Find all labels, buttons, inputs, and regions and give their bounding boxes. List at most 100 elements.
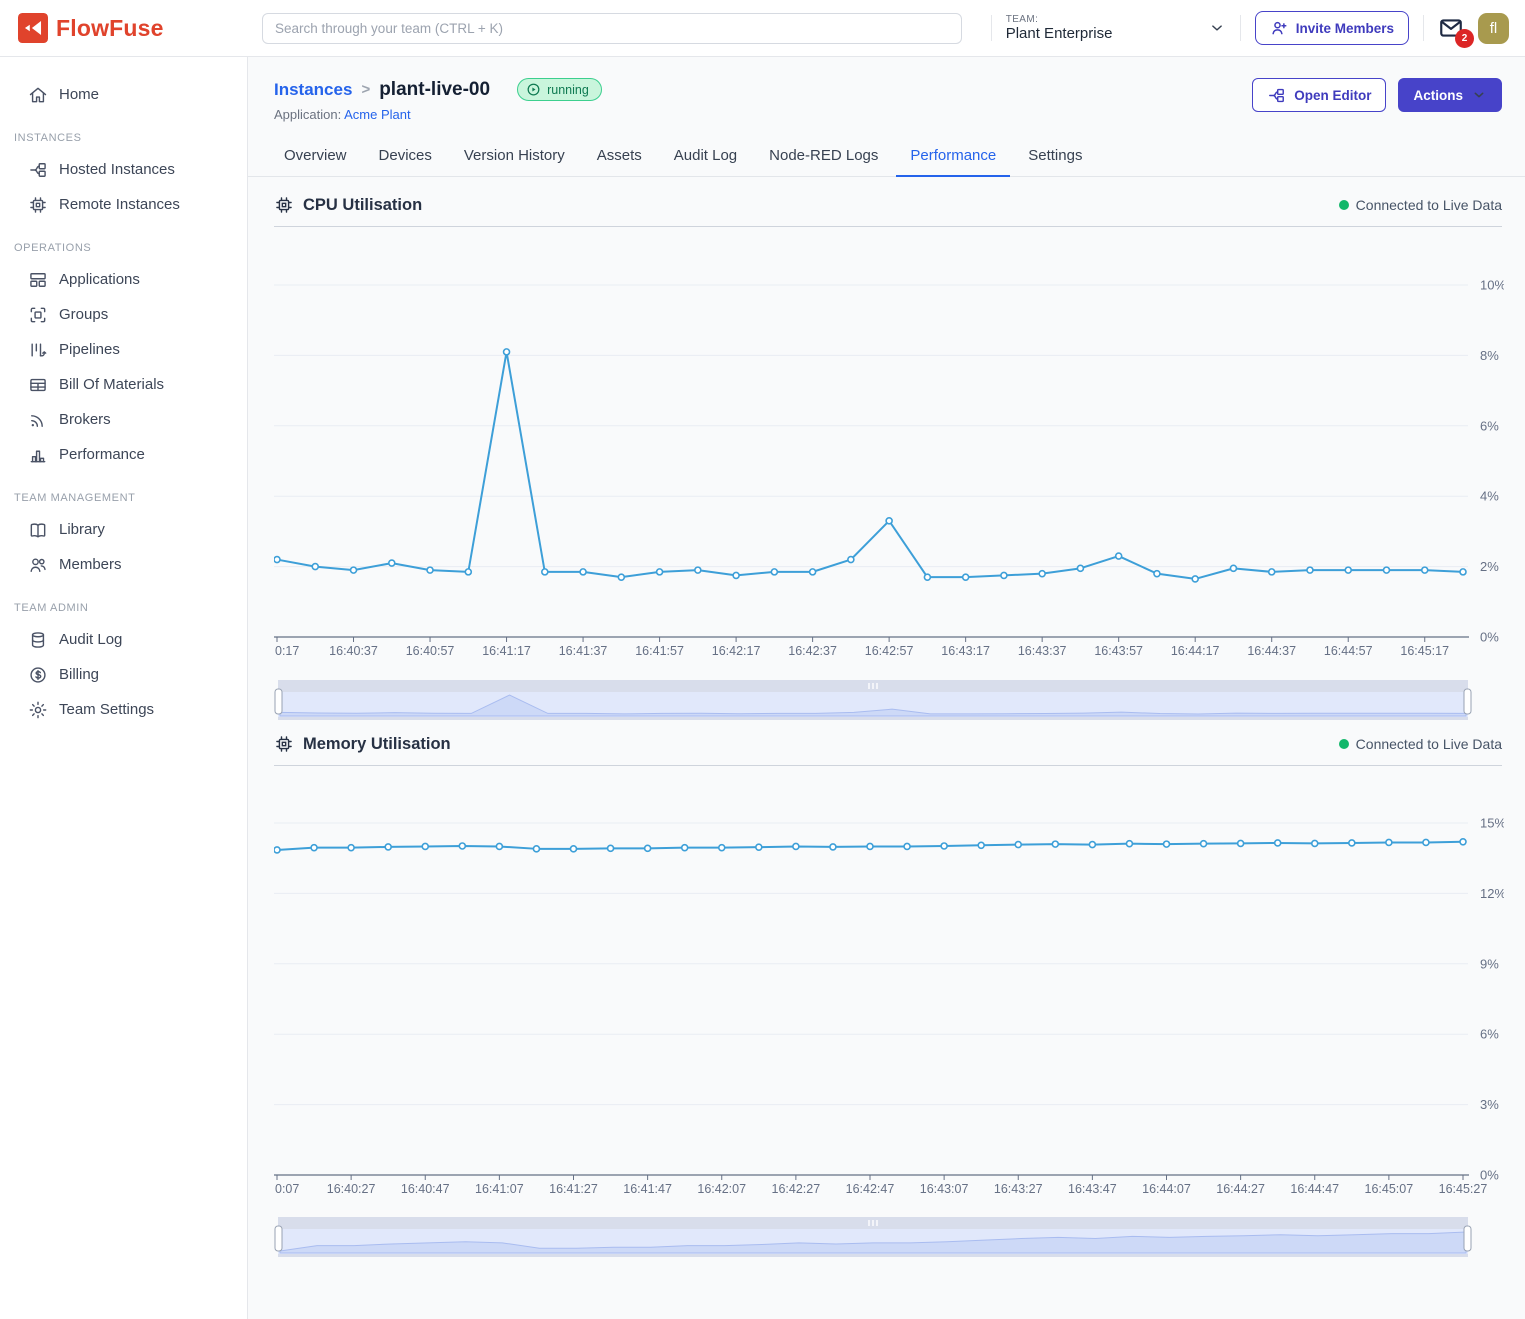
tab-devices[interactable]: Devices <box>365 138 446 177</box>
home-icon <box>28 85 48 105</box>
sidebar-item-hosted-instances[interactable]: Hosted Instances <box>0 152 247 187</box>
breadcrumb-instances-link[interactable]: Instances <box>274 80 352 100</box>
svg-text:0:17: 0:17 <box>275 644 299 658</box>
svg-text:16:41:17: 16:41:17 <box>482 644 531 658</box>
sidebar-item-label: Billing <box>59 666 99 683</box>
node-red-flow-icon <box>1267 86 1286 105</box>
brush-handle-right[interactable] <box>1464 689 1471 714</box>
team-selector[interactable]: TEAM: Plant Enterprise <box>1006 14 1226 43</box>
sidebar-item-members[interactable]: Members <box>0 547 247 582</box>
open-editor-button[interactable]: Open Editor <box>1252 78 1386 112</box>
main-content: Instances > plant-live-00 running Applic… <box>248 57 1525 1319</box>
library-icon <box>28 520 48 540</box>
status-label: running <box>547 83 589 97</box>
tab-settings[interactable]: Settings <box>1014 138 1096 177</box>
svg-text:16:40:57: 16:40:57 <box>406 644 455 658</box>
sidebar-item-brokers[interactable]: Brokers <box>0 402 247 437</box>
svg-text:16:45:07: 16:45:07 <box>1365 1182 1414 1196</box>
svg-text:10%: 10% <box>1480 278 1504 293</box>
instance-tabs: OverviewDevicesVersion HistoryAssetsAudi… <box>248 138 1525 177</box>
sidebar-section-label: TEAM MANAGEMENT <box>0 478 247 512</box>
cpu-range-brush[interactable] <box>274 680 1502 720</box>
sidebar-item-billing[interactable]: Billing <box>0 657 247 692</box>
search-wrap <box>262 13 962 44</box>
sidebar-section: TEAM MANAGEMENT Library Members <box>0 478 247 582</box>
tab-audit-log[interactable]: Audit Log <box>660 138 751 177</box>
cpu-brush-svg[interactable] <box>274 680 1472 720</box>
svg-text:16:44:47: 16:44:47 <box>1290 1182 1339 1196</box>
svg-text:16:42:27: 16:42:27 <box>772 1182 821 1196</box>
sidebar-item-library[interactable]: Library <box>0 512 247 547</box>
live-dot-icon <box>1339 200 1349 210</box>
sidebar-item-audit-log[interactable]: Audit Log <box>0 622 247 657</box>
play-circle-icon <box>526 82 541 97</box>
sidebar-item-home[interactable]: Home <box>0 77 247 112</box>
sidebar-item-team-settings[interactable]: Team Settings <box>0 692 247 727</box>
sidebar-item-label: Library <box>59 521 105 538</box>
sidebar-item-groups[interactable]: Groups <box>0 297 247 332</box>
open-editor-label: Open Editor <box>1294 88 1371 103</box>
brokers-icon <box>28 410 48 430</box>
avatar[interactable]: fl <box>1478 13 1509 44</box>
sidebar-item-remote-instances[interactable]: Remote Instances <box>0 187 247 222</box>
remote-instances-icon <box>28 195 48 215</box>
sidebar-item-label: Bill Of Materials <box>59 376 164 393</box>
divider <box>1423 15 1424 41</box>
svg-text:6%: 6% <box>1480 1027 1499 1042</box>
svg-text:16:40:27: 16:40:27 <box>327 1182 376 1196</box>
svg-text:16:41:47: 16:41:47 <box>623 1182 672 1196</box>
sidebar-item-label: Brokers <box>59 411 111 428</box>
brush-handle-left[interactable] <box>275 1226 282 1251</box>
team-settings-icon <box>28 700 48 720</box>
memory-live-label: Connected to Live Data <box>1356 736 1502 752</box>
actions-button[interactable]: Actions <box>1398 78 1502 112</box>
notifications-button[interactable]: 2 <box>1438 15 1464 41</box>
svg-text:16:42:07: 16:42:07 <box>697 1182 746 1196</box>
svg-text:16:44:37: 16:44:37 <box>1247 644 1296 658</box>
divider <box>1240 15 1241 41</box>
svg-text:3%: 3% <box>1480 1097 1499 1112</box>
svg-text:6%: 6% <box>1480 418 1499 433</box>
invite-members-label: Invite Members <box>1296 21 1394 36</box>
svg-text:16:40:47: 16:40:47 <box>401 1182 450 1196</box>
svg-text:16:42:47: 16:42:47 <box>846 1182 895 1196</box>
breadcrumb-separator: > <box>361 81 370 98</box>
sidebar-item-applications[interactable]: Applications <box>0 262 247 297</box>
sidebar-item-pipelines[interactable]: Pipelines <box>0 332 247 367</box>
svg-text:16:43:07: 16:43:07 <box>920 1182 969 1196</box>
cpu-live-status: Connected to Live Data <box>1339 197 1502 213</box>
tab-performance[interactable]: Performance <box>896 138 1010 177</box>
sidebar-section: INSTANCESHosted InstancesRemote Instance… <box>0 118 247 222</box>
tab-version-history[interactable]: Version History <box>450 138 579 177</box>
brush-handle-right[interactable] <box>1464 1226 1471 1251</box>
instance-name: plant-live-00 <box>379 79 490 101</box>
sidebar-item-bill-of-materials[interactable]: Bill Of Materials <box>0 367 247 402</box>
sidebar-item-performance[interactable]: Performance <box>0 437 247 472</box>
sidebar-item-label: Performance <box>59 446 145 463</box>
svg-text:16:42:57: 16:42:57 <box>865 644 914 658</box>
tab-overview[interactable]: Overview <box>270 138 361 177</box>
invite-members-button[interactable]: Invite Members <box>1255 11 1409 45</box>
svg-text:0:07: 0:07 <box>275 1182 299 1196</box>
memory-brush-svg[interactable] <box>274 1217 1472 1257</box>
team-name: Plant Enterprise <box>1006 25 1113 42</box>
sidebar-item-label: Audit Log <box>59 631 122 648</box>
flowfuse-logo[interactable]: FlowFuse <box>0 13 248 43</box>
brush-handle-left[interactable] <box>275 689 282 714</box>
application-link[interactable]: Acme Plant <box>344 107 410 122</box>
cpu-plot-svg: 10%8%6%4%2%0%0:1716:40:3716:40:5716:41:1… <box>274 227 1504 667</box>
svg-text:9%: 9% <box>1480 956 1499 971</box>
sidebar: Home INSTANCESHosted InstancesRemote Inst… <box>0 57 248 1319</box>
search-input[interactable] <box>262 13 962 44</box>
tab-assets[interactable]: Assets <box>583 138 656 177</box>
svg-text:4%: 4% <box>1480 489 1499 504</box>
memory-panel: Memory Utilisation Connected to Live Dat… <box>274 734 1502 1257</box>
sidebar-item-label: Hosted Instances <box>59 161 175 178</box>
tab-node-red-logs[interactable]: Node-RED Logs <box>755 138 892 177</box>
sidebar-item-label: Applications <box>59 271 140 288</box>
svg-text:12%: 12% <box>1480 886 1504 901</box>
sidebar-item-label: Home <box>59 86 99 103</box>
svg-text:15%: 15% <box>1480 816 1504 831</box>
memory-range-brush[interactable] <box>274 1217 1502 1257</box>
svg-text:8%: 8% <box>1480 348 1499 363</box>
